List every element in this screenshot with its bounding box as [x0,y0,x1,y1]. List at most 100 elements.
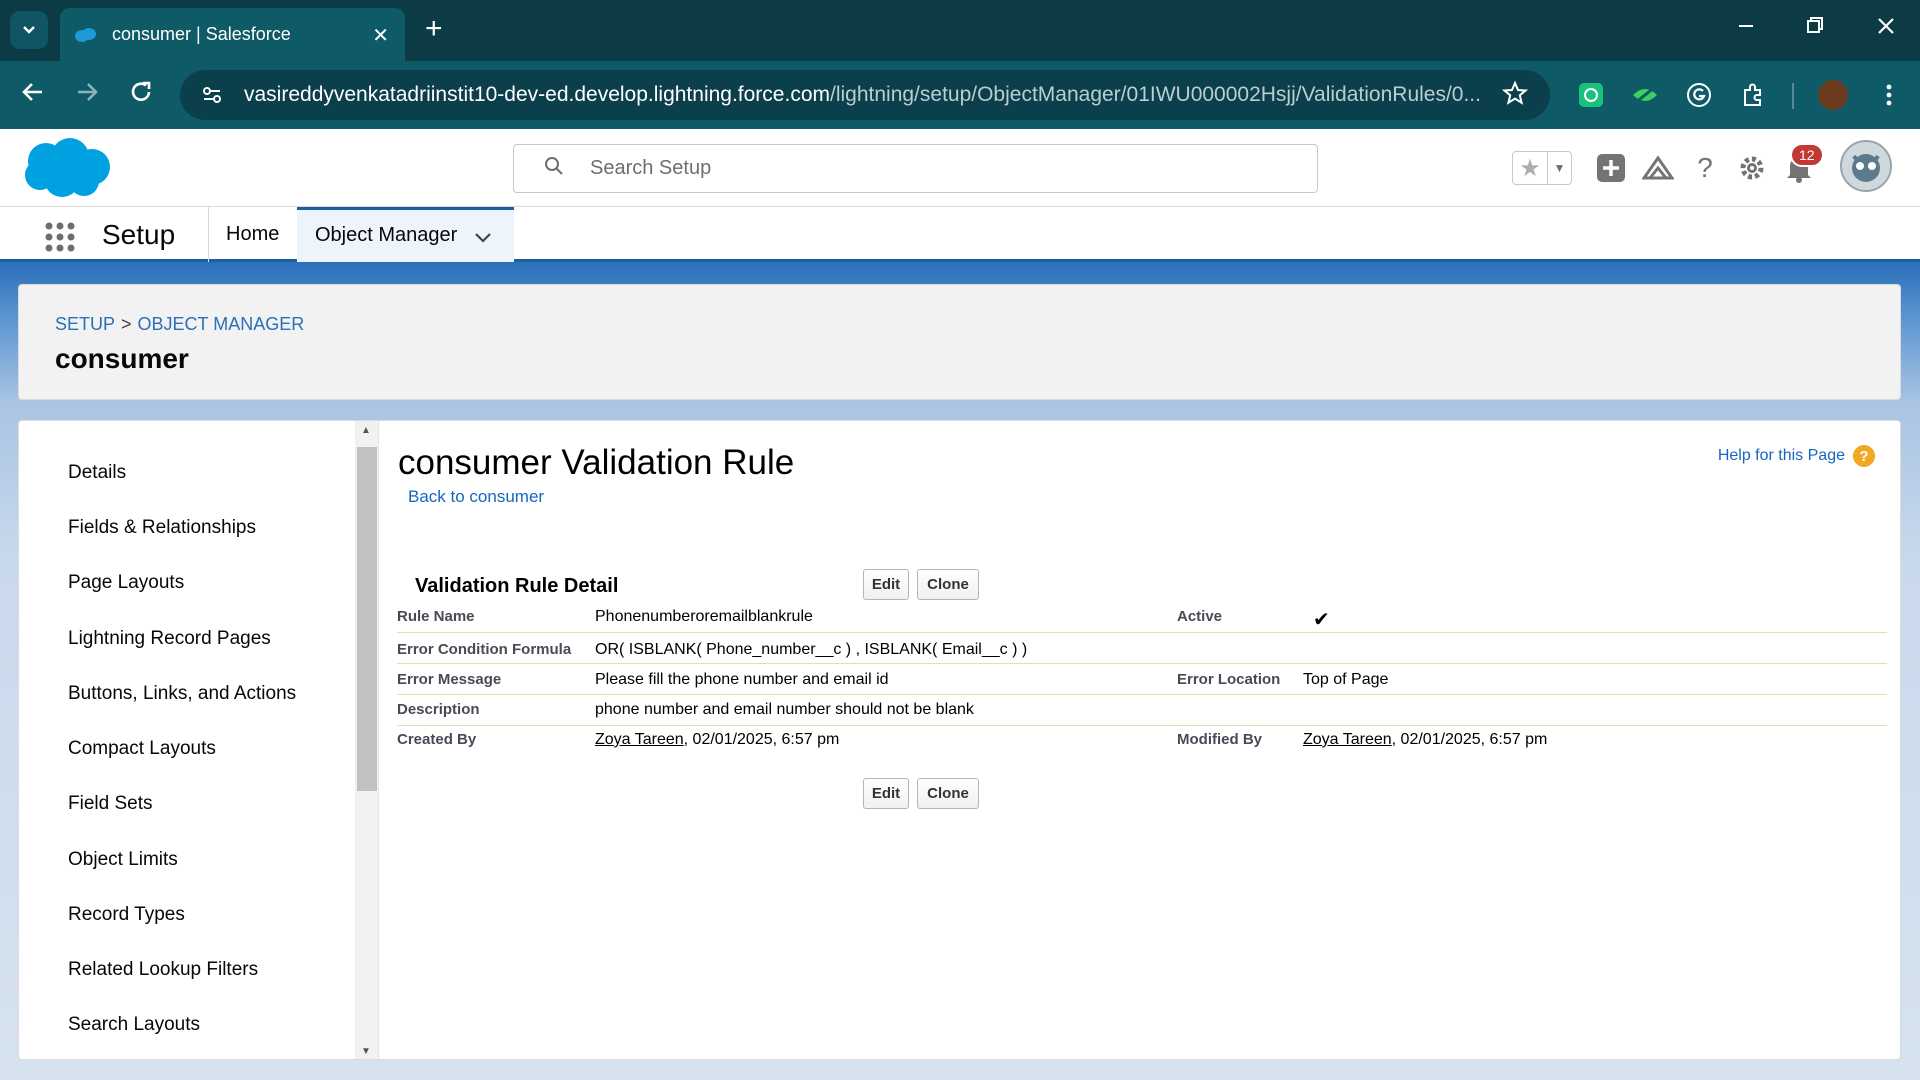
breadcrumb-setup[interactable]: SETUP [55,314,115,334]
edit-button-top[interactable]: Edit [863,569,909,600]
app-launcher-icon[interactable] [44,221,76,253]
favorites-dropdown-icon[interactable]: ▼ [1547,152,1571,184]
help-link[interactable]: Help for this Page ? [1718,445,1875,467]
back-to-consumer-link[interactable]: Back to consumer [408,487,544,507]
browser-tab[interactable]: consumer | Salesforce ✕ [60,8,405,61]
breadcrumb-separator: > [121,314,132,334]
modified-by-value: Zoya Tareen, 02/01/2025, 6:57 pm [1303,731,1547,749]
restore-icon[interactable] [1806,14,1824,44]
sidebar-item-field-sets[interactable]: Field Sets [68,793,152,815]
sidebar-item-page-layouts[interactable]: Page Layouts [68,572,184,594]
eye-extension-icon[interactable] [1630,80,1660,110]
browser-tab-bar: consumer | Salesforce ✕ + [0,0,1920,61]
address-bar[interactable]: vasireddyvenkatadriinstit10-dev-ed.devel… [180,70,1550,120]
back-icon[interactable] [20,79,46,110]
detail-row-created-modified: Created By Zoya Tareen, 02/01/2025, 6:57… [397,727,1887,757]
help-icon[interactable]: ? [1688,151,1722,185]
active-checkmark-icon: ✔ [1313,609,1330,631]
chatgpt-extension-icon[interactable] [1576,80,1606,110]
sidebar-item-record-types[interactable]: Record Types [68,904,185,926]
created-by-date: , 02/01/2025, 6:57 pm [683,731,840,748]
modified-by-user-link[interactable]: Zoya Tareen [1303,731,1392,748]
scroll-up-icon[interactable]: ▲ [361,425,371,436]
global-add-icon[interactable] [1594,151,1628,185]
nav-item-object-manager[interactable]: Object Manager [297,207,514,262]
clone-button-top[interactable]: Clone [917,569,979,600]
chevron-down-icon[interactable] [474,228,492,249]
description-label: Description [397,701,480,718]
sidebar-item-object-limits[interactable]: Object Limits [68,849,178,871]
tab-close-icon[interactable]: ✕ [372,23,389,48]
object-sidebar: Details Fields & Relationships Page Layo… [19,421,355,1059]
tab-title: consumer | Salesforce [112,24,291,44]
notification-badge: 12 [1790,143,1824,167]
browser-toolbar: vasireddyvenkatadriinstit10-dev-ed.devel… [0,61,1920,129]
setup-navigation-bar: Setup Home Object Manager [0,207,1920,262]
salesforce-global-header: Search Setup ★ ▼ ? 12 [0,129,1920,207]
minimize-icon[interactable] [1737,14,1755,44]
created-by-label: Created By [397,731,477,748]
salesforce-logo[interactable] [22,137,112,199]
help-question-icon[interactable]: ? [1853,445,1875,467]
new-tab-button[interactable]: + [425,14,443,44]
search-icon [544,156,564,182]
close-window-icon[interactable] [1876,14,1896,44]
error-message-value: Please fill the phone number and email i… [595,671,889,688]
rule-name-value: Phonenumberoremailblankrule [595,608,813,625]
user-avatar[interactable] [1840,140,1892,192]
description-value: phone number and email number should not… [595,701,974,718]
extensions-icon[interactable] [1738,80,1768,110]
sidebar-item-fields-relationships[interactable]: Fields & Relationships [68,517,256,539]
nav-item-home[interactable]: Home [226,223,279,246]
bookmark-star-icon[interactable] [1501,80,1529,113]
sidebar-item-details[interactable]: Details [68,462,126,484]
help-link-label[interactable]: Help for this Page [1718,447,1845,465]
breadcrumb-object-manager[interactable]: OBJECT MANAGER [138,314,305,334]
favorites-button[interactable]: ★ ▼ [1512,151,1572,185]
trailhead-icon[interactable] [1641,151,1675,185]
setup-gear-icon[interactable] [1735,151,1769,185]
app-name: Setup [102,219,176,250]
created-by-value: Zoya Tareen, 02/01/2025, 6:57 pm [595,731,839,749]
edit-button-bottom[interactable]: Edit [863,778,909,809]
sidebar-item-compact-layouts[interactable]: Compact Layouts [68,738,216,760]
sidebar-scrollbar[interactable]: ▲ ▼ [355,421,379,1059]
formula-value: OR( ISBLANK( Phone_number__c ) , ISBLANK… [595,641,1028,658]
sidebar-item-lightning-record-pages[interactable]: Lightning Record Pages [68,628,271,650]
scrollbar-thumb[interactable] [357,447,377,791]
breadcrumb: SETUP > OBJECT MANAGER [55,314,304,335]
validation-rule-title: consumer Validation Rule [398,443,795,482]
search-placeholder: Search Setup [590,157,712,179]
modified-by-date: , 02/01/2025, 6:57 pm [1391,731,1548,748]
sidebar-item-search-layouts[interactable]: Search Layouts [68,1014,200,1036]
favorites-star-icon[interactable]: ★ [1513,152,1547,184]
error-location-label: Error Location [1177,671,1281,688]
profile-avatar[interactable] [1818,80,1848,110]
detail-row-formula: Error Condition Formula OR( ISBLANK( Pho… [397,634,1887,664]
created-by-user-link[interactable]: Zoya Tareen [595,731,684,748]
section-title: Validation Rule Detail [415,575,619,597]
reload-icon[interactable] [128,79,154,110]
rule-name-label: Rule Name [397,608,475,625]
error-location-value: Top of Page [1303,671,1389,688]
scroll-down-icon[interactable]: ▼ [361,1046,371,1057]
tab-list-icon[interactable] [10,11,48,49]
search-setup-input[interactable]: Search Setup [513,144,1318,193]
toolbar-separator [1792,83,1794,109]
validation-rule-content: consumer Validation Rule Back to consume… [381,421,1900,1059]
site-info-icon[interactable] [200,83,224,107]
grammarly-icon[interactable] [1684,80,1714,110]
forward-icon[interactable] [74,79,100,110]
active-label: Active [1177,608,1223,625]
sidebar-item-related-lookup-filters[interactable]: Related Lookup Filters [68,959,258,981]
url-host: vasireddyvenkatadriinstit10-dev-ed.devel… [244,83,830,106]
clone-button-bottom[interactable]: Clone [917,778,979,809]
sidebar-item-buttons-links-actions[interactable]: Buttons, Links, and Actions [68,683,296,705]
formula-label: Error Condition Formula [397,641,572,658]
error-message-label: Error Message [397,671,502,688]
nav-divider [208,207,209,262]
detail-row-rule-name: Rule Name Phonenumberoremailblankrule Ac… [397,603,1887,633]
modified-by-label: Modified By [1177,731,1262,748]
url-path: /lightning/setup/ObjectManager/01IWU0000… [830,83,1481,106]
browser-menu-icon[interactable] [1874,80,1904,110]
